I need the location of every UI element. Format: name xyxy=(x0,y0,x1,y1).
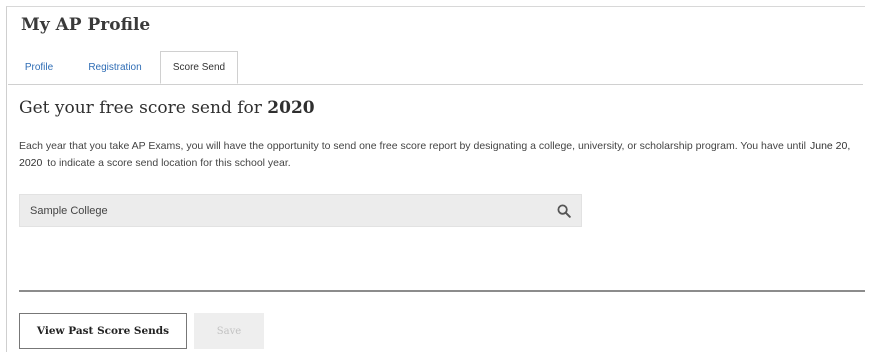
save-button[interactable]: Save xyxy=(194,313,264,349)
college-search-input[interactable] xyxy=(20,195,540,226)
score-send-heading-text: Get your free score send for xyxy=(19,98,262,118)
score-send-description: Each year that you take AP Exams, you wi… xyxy=(19,138,859,172)
score-send-heading: Get your free score send for 2020 xyxy=(19,98,315,118)
search-icon[interactable] xyxy=(557,204,571,218)
score-send-year: 2020 xyxy=(267,98,315,118)
tab-registration[interactable]: Registration xyxy=(76,51,154,84)
college-search-box xyxy=(19,194,582,227)
page-title: My AP Profile xyxy=(21,15,151,35)
tab-profile[interactable]: Profile xyxy=(8,51,70,84)
profile-tabs: Profile Registration Score Send xyxy=(8,51,863,85)
description-text: Each year that you take AP Exams, you wi… xyxy=(19,140,806,152)
view-past-score-sends-button[interactable]: View Past Score Sends xyxy=(19,313,187,349)
tab-score-send[interactable]: Score Send xyxy=(160,51,238,84)
section-divider xyxy=(19,290,865,292)
description-text-end: to indicate a score send location for th… xyxy=(47,157,291,169)
